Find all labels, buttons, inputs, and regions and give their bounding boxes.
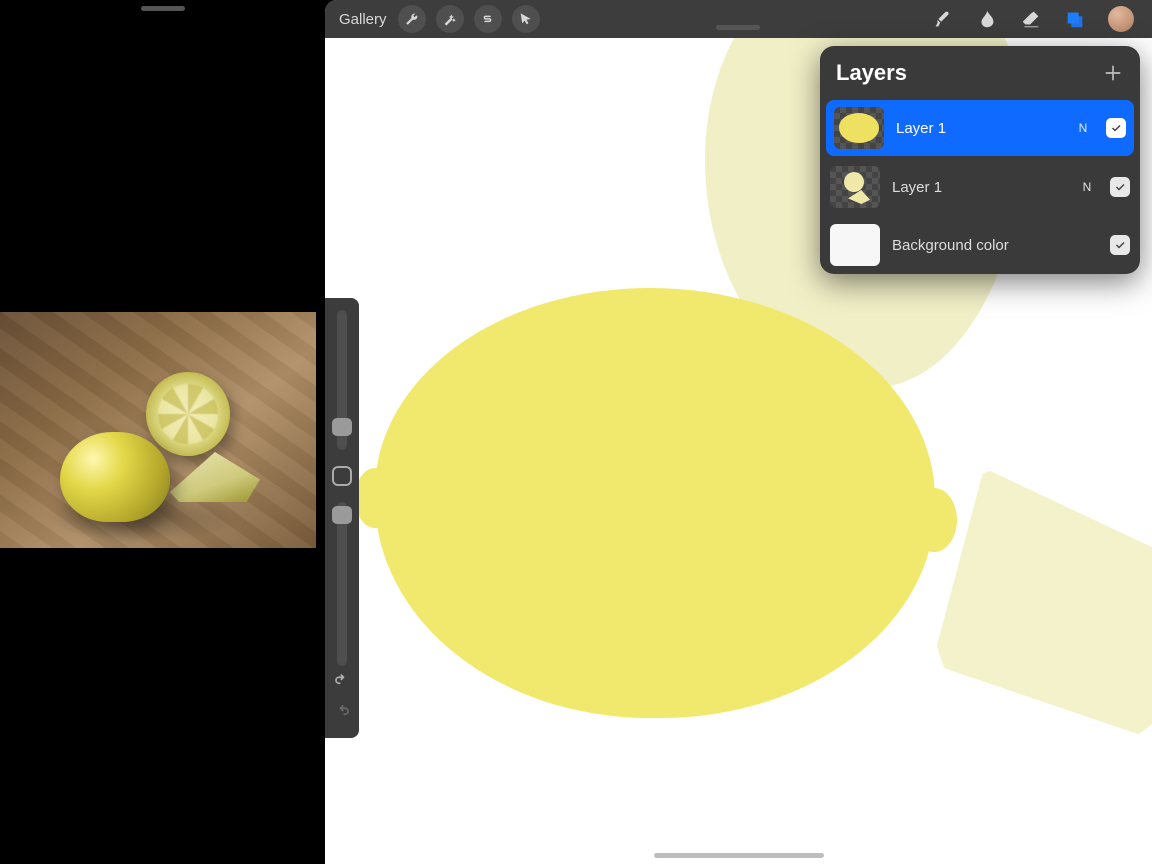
layer-thumbnail-content	[848, 190, 870, 204]
selection-button[interactable]	[474, 5, 502, 33]
layer-name-label: Background color	[892, 237, 1068, 254]
layers-button[interactable]	[1064, 8, 1086, 30]
reference-image[interactable]	[0, 312, 316, 548]
brush-opacity-slider[interactable]	[337, 502, 347, 666]
reference-lemon-whole	[60, 432, 170, 522]
layers-panel-title: Layers	[836, 60, 907, 86]
brush-size-slider[interactable]	[337, 310, 347, 450]
adjustments-button[interactable]	[436, 5, 464, 33]
canvas-shape-background-2	[932, 468, 1152, 748]
undo-button[interactable]	[333, 672, 351, 695]
layer-thumbnail-content	[839, 113, 879, 143]
redo-icon	[333, 703, 351, 721]
eraser-tool-button[interactable]	[1020, 8, 1042, 30]
home-indicator[interactable]	[654, 853, 824, 858]
reference-lemon-half	[146, 372, 230, 456]
blend-mode-indicator[interactable]: N	[1080, 180, 1094, 194]
layer-row[interactable]: Layer 1 N	[820, 158, 1140, 216]
layer-row[interactable]: Background color	[820, 216, 1140, 274]
slider-thumb[interactable]	[332, 418, 352, 436]
cursor-arrow-icon	[518, 12, 533, 27]
sidebar-toolbar	[325, 298, 359, 738]
multitasking-grabber-icon[interactable]	[141, 6, 185, 11]
brush-icon	[932, 8, 954, 30]
color-picker-button[interactable]	[1108, 6, 1134, 32]
modify-button[interactable]	[332, 466, 352, 486]
layer-thumbnail	[834, 107, 884, 149]
layers-panel: Layers Layer 1 N La	[820, 46, 1140, 274]
layer-visibility-checkbox[interactable]	[1110, 177, 1130, 197]
gallery-button[interactable]: Gallery	[339, 11, 387, 28]
layer-name-label: Layer 1	[896, 120, 1064, 137]
plus-icon	[1103, 63, 1123, 83]
layer-thumbnail	[830, 224, 880, 266]
brush-tool-button[interactable]	[932, 8, 954, 30]
selection-s-icon	[480, 12, 495, 27]
undo-icon	[333, 672, 351, 690]
check-icon	[1110, 122, 1122, 134]
canvas-shape-main-lemon	[375, 288, 935, 718]
check-icon	[1114, 239, 1126, 251]
layer-thumbnail	[830, 166, 880, 208]
layer-visibility-checkbox[interactable]	[1106, 118, 1126, 138]
drawing-app: Gallery	[325, 0, 1152, 864]
layer-visibility-checkbox[interactable]	[1110, 235, 1130, 255]
layer-name-label: Layer 1	[892, 179, 1068, 196]
layers-icon	[1064, 8, 1086, 30]
slider-thumb[interactable]	[332, 506, 352, 524]
actions-button[interactable]	[398, 5, 426, 33]
wand-icon	[442, 12, 457, 27]
add-layer-button[interactable]	[1102, 62, 1124, 84]
smudge-tool-button[interactable]	[976, 8, 998, 30]
eraser-icon	[1020, 8, 1042, 30]
top-toolbar: Gallery	[325, 0, 1152, 38]
layer-row[interactable]: Layer 1 N	[826, 100, 1134, 156]
wrench-icon	[404, 12, 419, 27]
check-icon	[1114, 181, 1126, 193]
layer-thumbnail-content	[844, 172, 864, 192]
transform-button[interactable]	[512, 5, 540, 33]
multitasking-grabber-icon[interactable]	[716, 25, 760, 30]
split-view-left-app	[0, 0, 325, 864]
redo-button[interactable]	[333, 703, 351, 726]
blend-mode-indicator[interactable]: N	[1076, 121, 1090, 135]
smudge-icon	[976, 8, 998, 30]
